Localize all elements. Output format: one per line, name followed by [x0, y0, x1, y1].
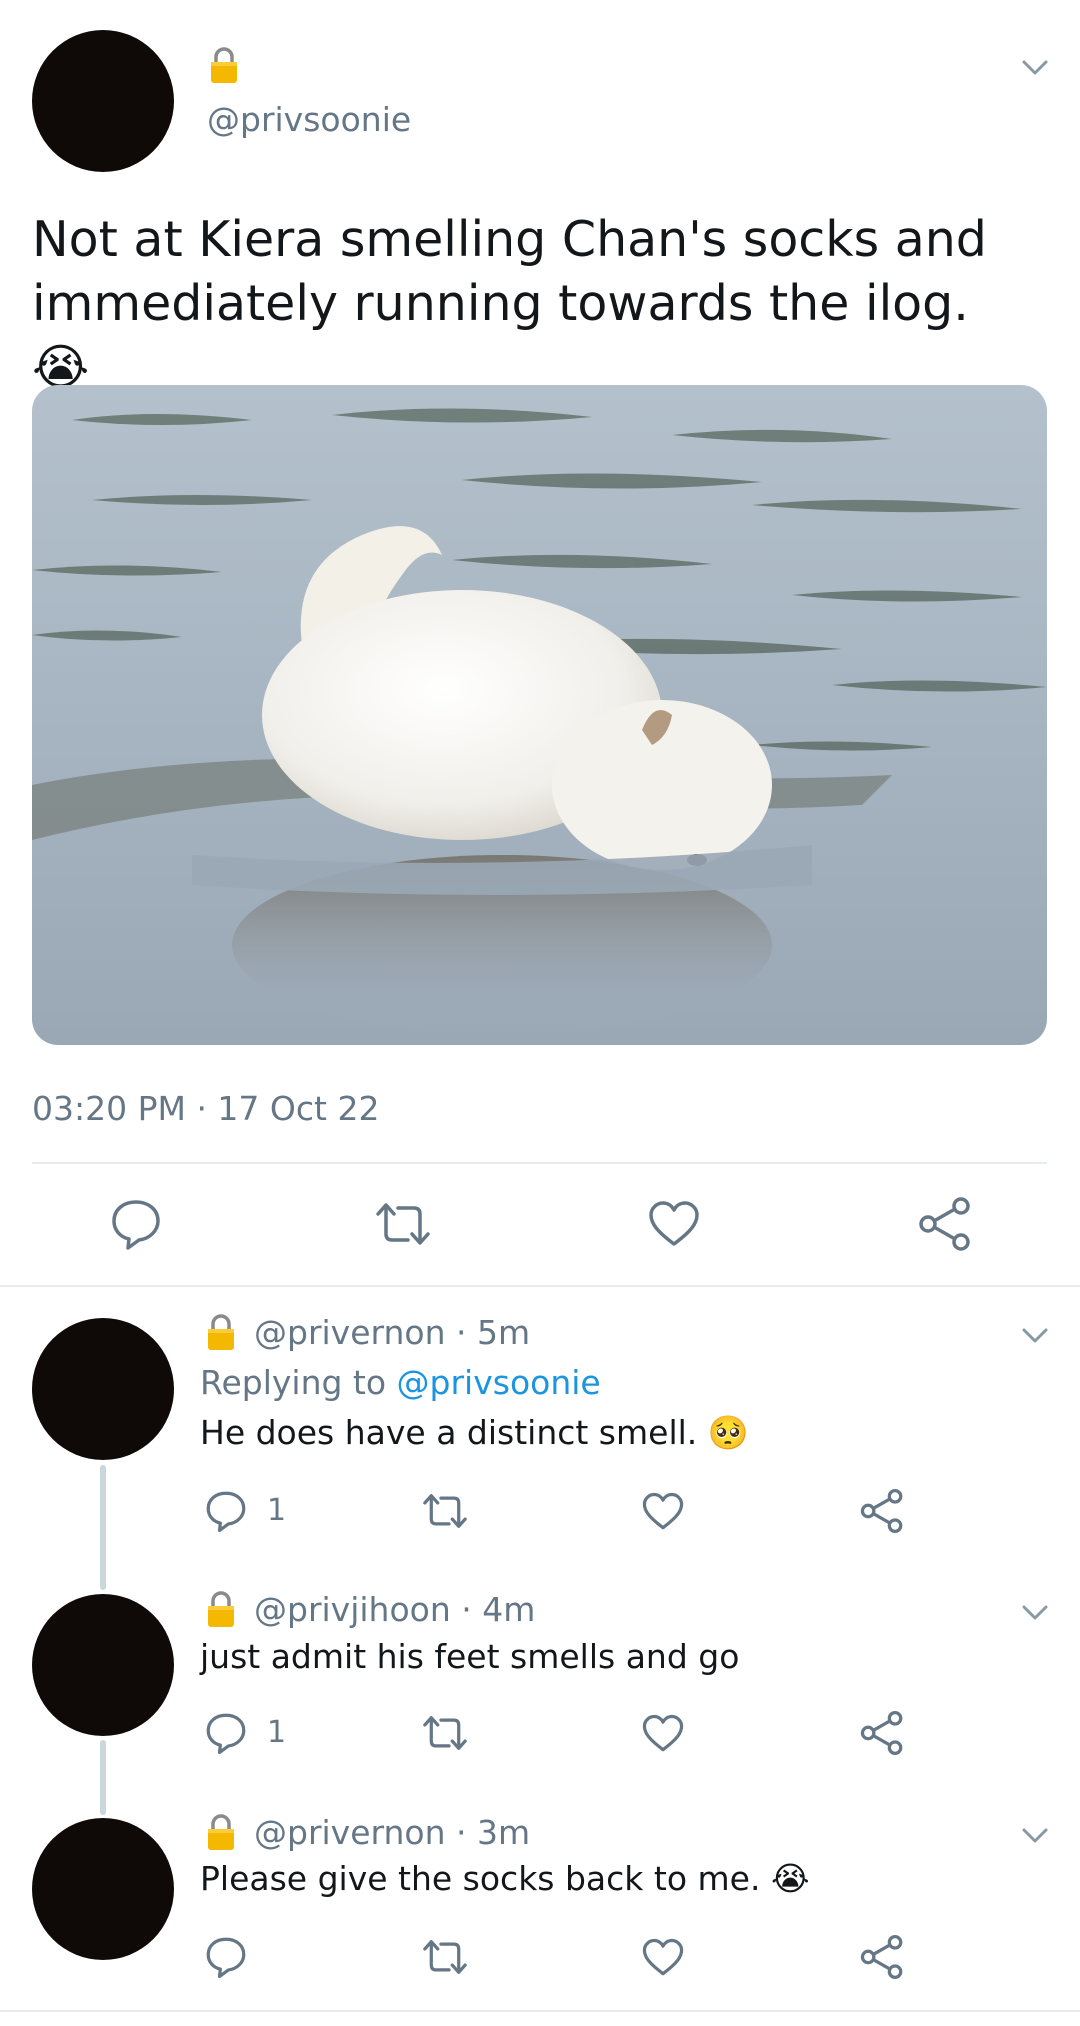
reply-handle[interactable]: @privernon — [254, 1813, 446, 1852]
retweet-icon[interactable] — [420, 1936, 470, 1978]
replying-to: Replying to @privsoonie — [200, 1362, 601, 1404]
retweet-icon[interactable] — [420, 1490, 470, 1532]
tweet-image[interactable] — [32, 385, 1047, 1045]
avatar[interactable] — [32, 1594, 174, 1736]
retweet-icon[interactable] — [372, 1198, 434, 1250]
reply-text: He does have a distinct smell. 🥺 — [200, 1412, 749, 1454]
reply-handle[interactable]: @privernon — [254, 1313, 446, 1352]
chevron-down-icon[interactable] — [1022, 1605, 1048, 1621]
avatar[interactable] — [32, 1318, 174, 1460]
reply-text: Please give the socks back to me. 😭 — [200, 1858, 810, 1900]
retweet-icon[interactable] — [420, 1712, 470, 1754]
divider — [32, 1162, 1047, 1164]
reply-time: · 5m — [456, 1313, 531, 1352]
reply-time: · 3m — [456, 1813, 531, 1852]
reply-time: · 4m — [461, 1590, 536, 1629]
reply-handle[interactable]: @privjihoon — [254, 1590, 451, 1629]
share-icon[interactable] — [860, 1934, 904, 1980]
like-icon[interactable] — [648, 1200, 700, 1248]
chevron-down-icon[interactable] — [1022, 1328, 1048, 1344]
tweet-text: Not at Kiera smelling Chan's socks and i… — [32, 208, 1032, 400]
share-icon[interactable] — [860, 1488, 904, 1534]
reply-text: just admit his feet smells and go — [200, 1637, 740, 1676]
reply-icon[interactable] — [205, 1490, 247, 1532]
reply-text-body: Please give the socks back to me. — [200, 1859, 761, 1898]
reply-icon[interactable] — [110, 1198, 162, 1250]
lock-icon — [211, 47, 237, 83]
tweet-text-body: Not at Kiera smelling Chan's socks and i… — [32, 211, 987, 332]
like-icon[interactable] — [642, 1492, 684, 1531]
author-handle[interactable]: @privsoonie — [207, 100, 411, 140]
divider — [0, 2010, 1080, 2012]
reply-header: @privernon · 3m — [254, 1812, 530, 1854]
avatar[interactable] — [32, 1818, 174, 1960]
crying-emoji: 😭 — [770, 1859, 810, 1898]
lock-icon — [208, 1814, 234, 1850]
like-icon[interactable] — [642, 1714, 684, 1753]
replying-prefix: Replying to — [200, 1363, 387, 1402]
thread-line — [100, 1740, 106, 1815]
reply-icon[interactable] — [205, 1712, 247, 1754]
share-icon[interactable] — [860, 1710, 904, 1756]
replying-to-link[interactable]: @privsoonie — [397, 1363, 601, 1402]
lock-icon — [208, 1591, 234, 1627]
thread-line — [100, 1465, 106, 1590]
dog-in-water-image — [32, 385, 1047, 1045]
like-icon[interactable] — [642, 1938, 684, 1977]
reply-icon[interactable] — [205, 1936, 247, 1978]
pleading-emoji: 🥺 — [707, 1413, 749, 1452]
divider — [0, 1285, 1080, 1287]
reply-count: 1 — [267, 1715, 287, 1750]
chevron-down-icon[interactable] — [1022, 1828, 1048, 1844]
reply-count: 1 — [267, 1493, 287, 1528]
reply-text-body: He does have a distinct smell. — [200, 1413, 698, 1452]
reply-header: @privernon · 5m — [254, 1312, 530, 1354]
lock-icon — [208, 1314, 234, 1350]
reply-header: @privjihoon · 4m — [254, 1589, 535, 1631]
avatar[interactable] — [32, 30, 174, 172]
share-icon[interactable] — [918, 1196, 972, 1252]
chevron-down-icon[interactable] — [1022, 60, 1048, 76]
tweet-timestamp[interactable]: 03:20 PM · 17 Oct 22 — [32, 1088, 379, 1130]
